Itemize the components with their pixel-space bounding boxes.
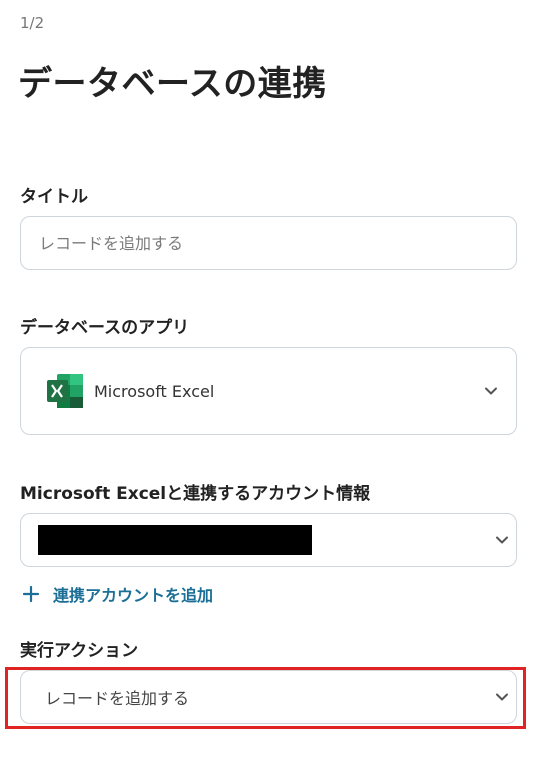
app-select[interactable]: Microsoft Excel: [20, 347, 517, 435]
account-select[interactable]: [20, 513, 517, 567]
plus-icon: [22, 585, 40, 603]
title-field: [20, 216, 517, 270]
add-account-label: 連携アカウントを追加: [53, 586, 214, 605]
title-input[interactable]: [21, 217, 516, 269]
redacted-account-value: [38, 525, 312, 555]
chevron-down-icon: [496, 536, 508, 544]
excel-icon: [47, 374, 83, 408]
account-field-label: Microsoft Excelと連携するアカウント情報: [20, 484, 371, 504]
app-select-value: Microsoft Excel: [94, 381, 215, 401]
action-select-value: レコードを追加する: [45, 689, 190, 708]
page-title: データベースの連携: [18, 64, 327, 104]
step-indicator: 1/2: [20, 14, 45, 32]
action-select[interactable]: レコードを追加する: [20, 670, 517, 724]
chevron-down-icon: [496, 693, 508, 701]
app-field-label: データベースのアプリ: [20, 318, 190, 338]
add-account-link[interactable]: 連携アカウントを追加: [22, 582, 213, 606]
chevron-down-icon: [485, 387, 497, 395]
action-field-label: 実行アクション: [20, 641, 139, 661]
title-field-label: タイトル: [20, 187, 88, 207]
